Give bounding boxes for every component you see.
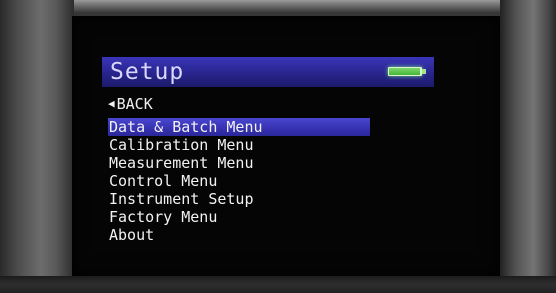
page-title: Setup xyxy=(110,59,185,85)
menu-item-measurement[interactable]: Measurement Menu xyxy=(108,154,370,172)
battery-level-fill xyxy=(389,68,420,75)
menu-item-control[interactable]: Control Menu xyxy=(108,172,370,190)
menu-item-calibration[interactable]: Calibration Menu xyxy=(108,136,370,154)
bezel-top xyxy=(0,0,556,12)
bezel-left xyxy=(0,0,74,293)
menu-item-factory[interactable]: Factory Menu xyxy=(108,208,370,226)
bezel-bottom xyxy=(0,276,556,293)
bezel-right xyxy=(500,0,556,293)
triangle-left-icon: ◀ xyxy=(108,97,115,110)
battery-tip xyxy=(422,69,426,74)
device-frame: Setup ◀ BACK Data & Batch Menu Calibrati… xyxy=(0,0,556,293)
setup-menu: Data & Batch Menu Calibration Menu Measu… xyxy=(108,118,370,244)
menu-item-data-batch[interactable]: Data & Batch Menu xyxy=(108,118,370,136)
back-button[interactable]: ◀ BACK xyxy=(108,95,153,113)
back-label: BACK xyxy=(116,95,153,113)
lcd-screen: Setup ◀ BACK Data & Batch Menu Calibrati… xyxy=(72,16,500,276)
menu-item-instrument-setup[interactable]: Instrument Setup xyxy=(108,190,370,208)
battery-icon xyxy=(388,67,422,76)
title-bar: Setup xyxy=(102,57,434,87)
menu-item-about[interactable]: About xyxy=(108,226,370,244)
